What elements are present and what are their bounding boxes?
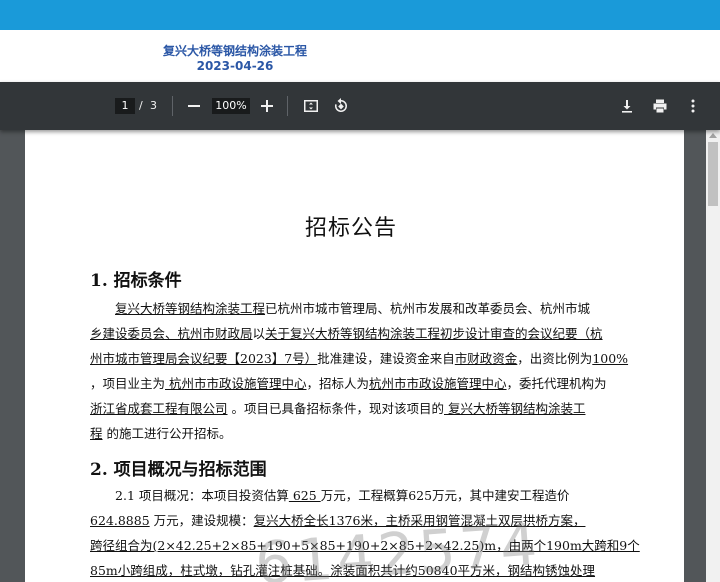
more-vert-icon [691, 99, 695, 113]
current-page-input[interactable]: 1 [115, 98, 135, 114]
para-line: 2.1 项目概况：本项目投资估算 625 万元，工程概算625万元，其中建安工程… [115, 488, 570, 503]
document-title: 复兴大桥等钢结构涂装工程 [162, 44, 307, 58]
document-heading: 招标公告 [305, 216, 398, 241]
pdf-toolbar: 1 / 3 100% [0, 82, 720, 130]
scroll-thumb[interactable] [708, 142, 718, 206]
pdf-viewer[interactable]: 招标公告 1. 招标条件 复兴大桥等钢结构涂装工程已杭州市城市管理局、杭州市发展… [0, 130, 720, 582]
download-button[interactable] [617, 96, 637, 116]
fit-page-button[interactable] [301, 96, 321, 116]
section-2-title: 2. 项目概况与招标范围 [90, 460, 267, 480]
more-options-button[interactable] [683, 96, 703, 116]
para-line: 州市城市管理局会议纪要【2023】7号）批准建设，建设资金来自市财政资金，出资比… [90, 351, 629, 366]
download-icon [622, 100, 632, 113]
document-date: 2023-04-26 [196, 59, 274, 73]
para-line: 程 的施工进行公开招标。 [90, 426, 232, 441]
para-line: 乡建设委员会、杭州市财政局以关于复兴大桥等钢结构涂装工程初步设计审查的会议纪要（… [90, 326, 603, 341]
zoom-out-icon [188, 105, 200, 107]
section-1-paragraph: 复兴大桥等钢结构涂装工程已杭州市城市管理局、杭州市发展和改革委员会、杭州市城 乡… [90, 296, 645, 446]
scroll-up-arrow-icon[interactable] [709, 133, 717, 138]
rotate-icon [334, 98, 347, 112]
print-button[interactable] [650, 96, 670, 116]
document-header: 复兴大桥等钢结构涂装工程 2023-04-26 [0, 30, 720, 82]
zoom-in-button[interactable] [257, 96, 277, 116]
zoom-in-icon [261, 100, 273, 112]
top-bar [0, 0, 720, 30]
page-separator: / [139, 99, 143, 112]
pdf-page: 招标公告 1. 招标条件 复兴大桥等钢结构涂装工程已杭州市城市管理局、杭州市发展… [25, 130, 684, 582]
print-icon [653, 99, 667, 113]
para-line: 复兴大桥等钢结构涂装工程已杭州市城市管理局、杭州市发展和改革委员会、杭州市城 [115, 301, 591, 316]
para-line: ，项目业主为 杭州市市政设施管理中心，招标人为杭州市市政设施管理中心，委托代理机… [90, 376, 607, 391]
rotate-button[interactable] [331, 96, 351, 116]
fit-page-icon [304, 100, 318, 112]
zoom-input[interactable]: 100% [212, 98, 250, 114]
para-line: 浙江省成套工程有限公司 。项目已具备招标条件，现对该项目的 复兴大桥等钢结构涂装… [90, 401, 586, 416]
toolbar-divider [172, 96, 173, 116]
vertical-scrollbar[interactable] [706, 130, 720, 582]
total-pages: 3 [150, 99, 157, 112]
zoom-out-button[interactable] [184, 96, 204, 116]
section-1-title: 1. 招标条件 [90, 271, 182, 291]
toolbar-divider [287, 96, 288, 116]
